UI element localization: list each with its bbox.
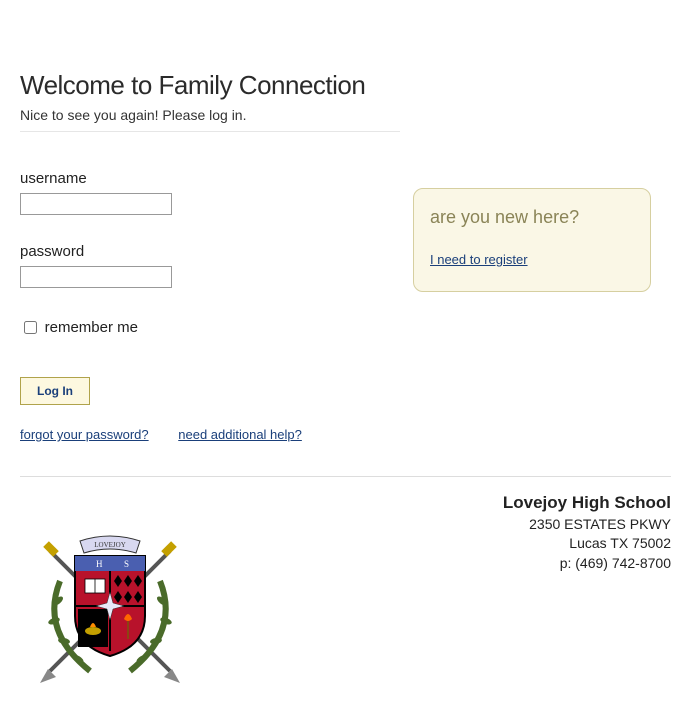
username-label: username — [20, 170, 400, 187]
username-input[interactable] — [20, 193, 172, 215]
remember-label[interactable]: remember me — [45, 319, 138, 336]
login-form: username password remember me Log In for… — [20, 142, 400, 442]
password-input[interactable] — [20, 266, 172, 288]
additional-help-link[interactable]: need additional help? — [178, 427, 302, 442]
svg-text:S: S — [124, 559, 129, 569]
svg-text:H: H — [96, 559, 103, 569]
new-user-title: are you new here? — [430, 207, 634, 228]
footer: LOVEJOY H S — [20, 491, 671, 691]
forgot-password-link[interactable]: forgot your password? — [20, 427, 149, 442]
page-title: Welcome to Family Connection — [20, 70, 671, 101]
page-subtitle: Nice to see you again! Please log in. — [20, 107, 400, 132]
footer-divider — [20, 476, 671, 477]
remember-checkbox[interactable] — [24, 321, 37, 334]
password-label: password — [20, 243, 400, 260]
new-user-box: are you new here? I need to register — [413, 188, 651, 292]
register-link[interactable]: I need to register — [430, 252, 528, 267]
svg-text:LOVEJOY: LOVEJOY — [94, 541, 126, 549]
school-name: Lovejoy High School — [20, 491, 671, 515]
school-crest-icon: LOVEJOY H S — [30, 521, 190, 694]
login-button[interactable]: Log In — [20, 377, 90, 405]
